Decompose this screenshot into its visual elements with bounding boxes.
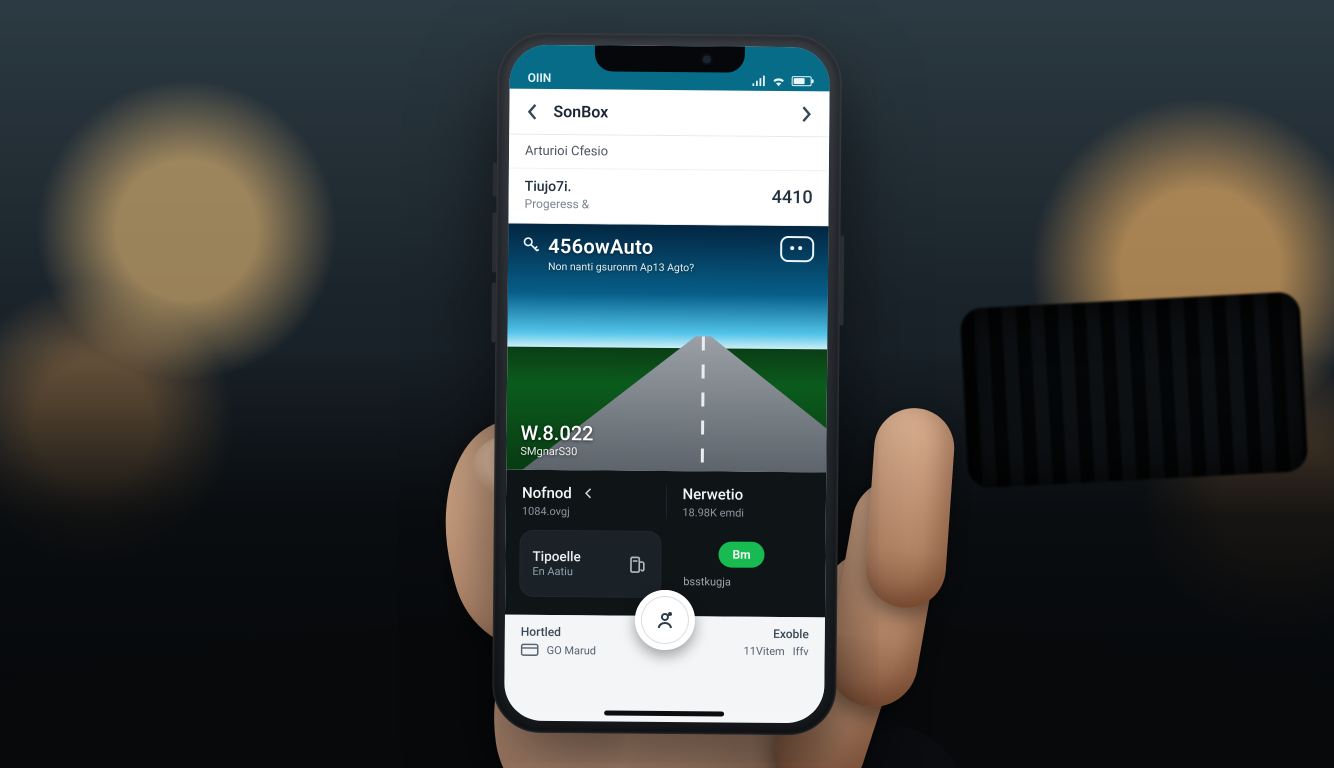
sub-header-label: Arturioi Cfesio <box>525 144 608 160</box>
wifi-icon <box>772 75 786 87</box>
tile-a-title: Tipoelle <box>532 549 580 565</box>
bottom-bar: Hortled GO Marud Exoble 11Vitem Iffv <box>504 615 825 714</box>
metric-left-title: Nofnod <box>522 484 572 502</box>
home-indicator[interactable] <box>604 710 724 716</box>
summary-block: Tiujo7i. Progeress & 4410 <box>508 169 828 227</box>
footer-bottom-right[interactable]: Iffv <box>793 645 809 658</box>
app-header: SonBox <box>509 89 829 138</box>
footer-top-right[interactable]: Exoble <box>773 627 809 641</box>
metric-left-sub: 1084.ovgj <box>522 505 650 519</box>
chevron-left-icon <box>527 103 537 119</box>
mute-switch <box>493 162 497 196</box>
person-location-icon <box>653 608 677 632</box>
signal-icon <box>752 75 766 87</box>
volume-up-button <box>492 212 497 272</box>
summary-line1: Tiujo7i. <box>525 179 590 196</box>
back-button[interactable] <box>521 100 543 122</box>
summary-value: 4410 <box>772 181 813 208</box>
footer-bottom-mid[interactable]: 11Vitem <box>744 645 785 658</box>
metric-right[interactable]: Nerwetio 18.98K emdi <box>665 485 826 520</box>
metric-left[interactable]: Nofnod 1084.ovgj <box>506 484 666 519</box>
hero-title: 456owAuto <box>548 234 694 259</box>
metric-right-sub: 18.98K emdi <box>682 506 810 520</box>
hero-footer-line1: W.8.022 <box>520 421 593 446</box>
chat-icon[interactable] <box>780 236 814 262</box>
tile-a-sub: En Aatiu <box>532 565 580 578</box>
chevron-right-icon <box>801 106 811 122</box>
center-fab[interactable] <box>635 590 696 651</box>
hero-card[interactable]: 456owAuto Non nanti gsuronm Ap13 Agto? W… <box>506 224 828 473</box>
fuel-icon <box>626 553 648 575</box>
phone-screen: OIIN SonBox Arturioi Cfesio <box>504 45 830 724</box>
status-pill: Bm <box>718 541 764 567</box>
tile-tipoelle[interactable]: Tipoelle En Aatiu <box>519 530 662 598</box>
key-icon <box>522 236 540 254</box>
sub-header[interactable]: Arturioi Cfesio <box>509 135 829 172</box>
smartphone-device: OIIN SonBox Arturioi Cfesio <box>492 33 842 736</box>
tile-b-sub: bsstkugja <box>683 575 731 588</box>
app-title: SonBox <box>553 102 785 123</box>
forward-button[interactable] <box>795 103 817 125</box>
carrier-label: OIIN <box>528 71 552 85</box>
display-notch <box>595 45 745 72</box>
scene-background: OIIN SonBox Arturioi Cfesio <box>0 0 1334 768</box>
volume-down-button <box>491 282 496 342</box>
car-air-vent <box>960 291 1309 489</box>
tile-status[interactable]: Bm bsstkugja <box>671 531 812 599</box>
power-button <box>840 236 845 326</box>
arrow-left-icon <box>580 484 598 502</box>
hero-subtitle: Non nanti gsuronm Ap13 Agto? <box>548 260 694 274</box>
battery-icon <box>792 76 812 86</box>
hero-footer-line2: SMgnarS30 <box>520 445 593 459</box>
card-icon <box>521 643 539 657</box>
footer-bottom-left[interactable]: GO Marud <box>547 643 596 656</box>
footer-top-left[interactable]: Hortled <box>521 625 561 639</box>
metric-right-title: Nerwetio <box>682 485 743 504</box>
summary-line2: Progeress & <box>525 197 590 212</box>
status-icons <box>752 75 812 88</box>
